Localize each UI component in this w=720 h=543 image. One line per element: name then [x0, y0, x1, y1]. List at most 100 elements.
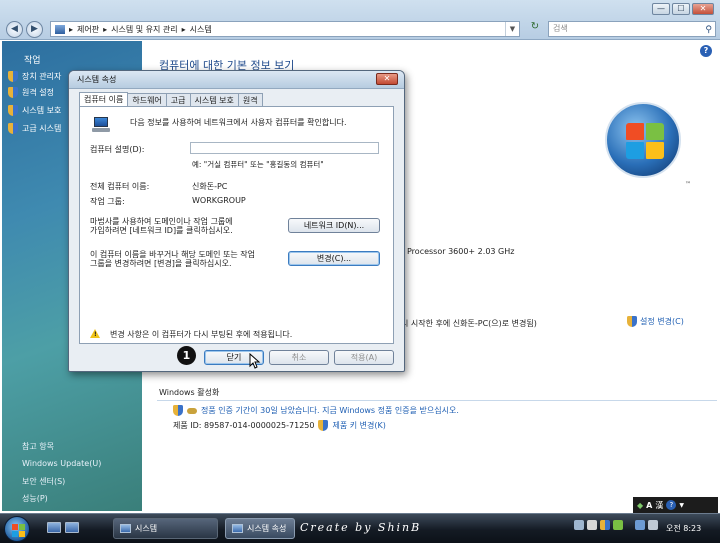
description-label: 컴퓨터 설명(D): [90, 145, 145, 154]
maximize-button[interactable]: ☐ [672, 3, 690, 15]
warning-text: 변경 사항은 이 컴퓨터가 다시 부팅된 후에 적용됩니다. [110, 330, 293, 339]
breadcrumb-system[interactable]: 시스템 [190, 24, 212, 35]
trademark-mark: ™ [685, 181, 691, 188]
link-security-center[interactable]: 보안 센터(S) [22, 476, 65, 487]
wizard-text-line2: 가입하려면 [네트워크 ID]를 클릭하십시오. [90, 226, 233, 235]
chevron-down-icon[interactable]: ▼ [505, 22, 519, 36]
cancel-button[interactable]: 취소 [269, 350, 329, 365]
help-icon[interactable]: ? [700, 45, 712, 57]
volume-icon[interactable] [587, 520, 597, 530]
search-icon[interactable]: ⚲ [705, 23, 712, 37]
breadcrumb-separator: ▸ [69, 24, 74, 34]
activation-header: Windows 활성화 [159, 388, 220, 397]
breadcrumb-control-panel[interactable]: 제어판 [77, 24, 99, 35]
task-advanced-system[interactable]: 고급 시스템 [8, 123, 61, 134]
control-panel-icon [55, 24, 65, 34]
tab-system-protection[interactable]: 시스템 보호 [189, 93, 239, 107]
search-input[interactable]: 검색 ⚲ [548, 21, 716, 37]
search-placeholder: 검색 [553, 24, 568, 33]
breadcrumb-separator: ▸ [181, 24, 186, 34]
close-window-button[interactable]: ✕ [692, 3, 714, 15]
show-desktop-icon[interactable] [47, 522, 61, 533]
workgroup-label: 작업 그룹: [90, 197, 125, 206]
breadcrumb-system-maintenance[interactable]: 시스템 및 유지 관리 [111, 24, 178, 35]
task-label: 장치 관리자 [22, 72, 62, 81]
language-icon[interactable]: ◆ [637, 501, 643, 510]
task-label: 고급 시스템 [22, 124, 62, 133]
apply-button[interactable]: 적용(A) [334, 350, 394, 365]
product-id-row: 제품 ID: 89587-014-0000025-71250 제품 키 변경(K… [173, 420, 386, 431]
input-mode[interactable]: A [646, 501, 652, 510]
warning-icon: ! [90, 329, 100, 338]
full-name-label: 전체 컴퓨터 이름: [90, 182, 150, 191]
task-system-protection[interactable]: 시스템 보호 [8, 105, 61, 116]
change-button[interactable]: 변경(C)... [288, 251, 380, 266]
key-icon [187, 407, 197, 414]
start-button[interactable] [4, 516, 30, 542]
uac-shield-icon [627, 316, 637, 327]
tab-panel: 다음 정보를 사용하여 네트워크에서 사용자 컴퓨터를 확인합니다. 컴퓨터 설… [79, 106, 394, 344]
taskbar: 시스템 시스템 속성 Create by ShinB 오전 8:23 [0, 513, 720, 543]
dialog-title-bar[interactable]: 시스템 속성 ✕ [69, 71, 404, 89]
minimize-button[interactable]: — [652, 3, 670, 15]
switch-windows-icon[interactable] [65, 522, 79, 533]
tab-computer-name[interactable]: 컴퓨터 이름 [79, 92, 129, 107]
task-label: 시스템 보호 [22, 106, 62, 115]
change-settings-link[interactable]: 설정 변경(C) [627, 316, 684, 327]
forward-button[interactable]: ▶ [26, 21, 43, 38]
description-example: 예: "거실 컴퓨터" 또는 "홍길동의 컴퓨터" [192, 160, 324, 169]
sync-icon[interactable] [613, 520, 623, 530]
uac-shield-icon [318, 420, 329, 431]
task-label: 원격 설정 [22, 88, 54, 97]
task-device-manager[interactable]: 장치 관리자 [8, 71, 61, 82]
step-marker: 1 [177, 346, 196, 365]
activation-link[interactable]: 정품 인증 기간이 30일 남았습니다. 지금 Windows 정품 인증을 받… [173, 405, 459, 416]
link-windows-update[interactable]: Windows Update(U) [22, 459, 101, 468]
tray-speaker-icon[interactable] [648, 520, 658, 530]
uac-shield-icon [8, 105, 18, 116]
task-pane-header: 작업 [24, 56, 41, 66]
security-icon[interactable] [600, 520, 610, 530]
uac-shield-icon [8, 87, 18, 98]
network-id-button[interactable]: 네트워크 ID(N)... [288, 218, 380, 233]
computer-description-input[interactable] [190, 142, 379, 154]
taskbar-item-system-properties[interactable]: 시스템 속성 [225, 518, 295, 539]
refresh-button[interactable]: ↻ [526, 21, 544, 37]
link-performance[interactable]: 성능(P) [22, 493, 48, 504]
intro-text: 다음 정보를 사용하여 네트워크에서 사용자 컴퓨터를 확인합니다. [130, 118, 347, 127]
workgroup-value: WORKGROUP [192, 196, 246, 205]
system-window-icon [120, 524, 131, 533]
change-product-key-link[interactable]: 제품 키 변경(K) [332, 420, 385, 431]
hanja-button[interactable]: 漢 [655, 500, 663, 511]
tab-remote[interactable]: 원격 [237, 93, 263, 107]
dialog-title: 시스템 속성 [77, 75, 117, 84]
change-text-line2: 그룹을 변경하려면 [변경]을 클릭하십시오. [90, 259, 232, 268]
task-remote-settings[interactable]: 원격 설정 [8, 87, 54, 98]
langbar-help-icon[interactable]: ? [666, 500, 677, 510]
mouse-cursor-icon [249, 352, 261, 369]
network-icon[interactable] [574, 520, 584, 530]
clock[interactable]: 오전 8:23 [666, 523, 701, 534]
uac-shield-icon [173, 405, 183, 416]
taskbar-item-label: 시스템 속성 [247, 524, 287, 533]
language-bar: ◆ A 漢 ? ▼ [633, 497, 718, 513]
change-settings-label: 설정 변경(C) [640, 317, 684, 326]
rename-pending-note: 시 시작한 후에 신화돈-PC(으)로 변경됨) [401, 319, 537, 328]
window-controls: — ☐ ✕ [652, 3, 714, 15]
system-properties-icon [232, 524, 243, 533]
computer-icon [92, 117, 110, 133]
breadcrumb-separator: ▸ [103, 24, 108, 34]
dialog-close-button[interactable]: ✕ [376, 73, 398, 85]
chevron-down-icon[interactable]: ▼ [679, 502, 684, 509]
watermark: Create by ShinB [300, 521, 422, 534]
back-button[interactable]: ◀ [6, 21, 23, 38]
taskbar-item-label: 시스템 [135, 524, 158, 533]
divider [157, 400, 717, 401]
window-title-bar: — ☐ ✕ ◀ ▶ ▸ 제어판 ▸ 시스템 및 유지 관리 ▸ 시스템 ▼ ↻ … [0, 0, 720, 40]
tab-advanced[interactable]: 고급 [165, 93, 191, 107]
tray-app-icon[interactable] [635, 520, 645, 530]
processor-info: Processor 3600+ 2.03 GHz [407, 247, 515, 256]
taskbar-item-system[interactable]: 시스템 [113, 518, 218, 539]
tab-hardware[interactable]: 하드웨어 [127, 93, 167, 107]
address-bar[interactable]: ▸ 제어판 ▸ 시스템 및 유지 관리 ▸ 시스템 ▼ [50, 21, 520, 37]
